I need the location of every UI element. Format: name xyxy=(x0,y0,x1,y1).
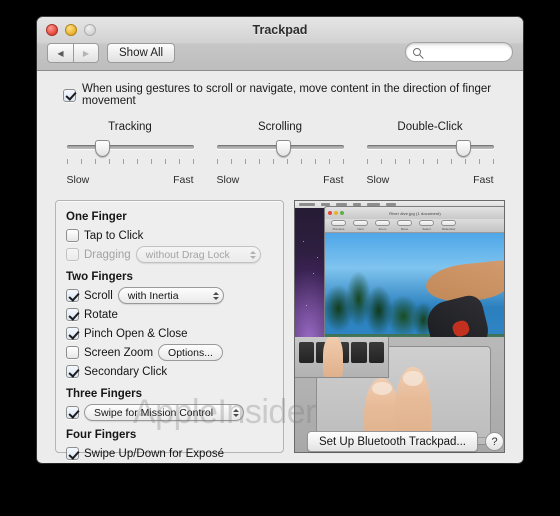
gesture-row-dragging[interactable]: Dragging without Drag Lock xyxy=(66,245,283,264)
demo-preview-title: River dive.jpg (1 document) xyxy=(389,210,441,216)
search-field[interactable] xyxy=(405,42,513,62)
tracking-slider-track[interactable] xyxy=(66,145,194,149)
natural-scroll-row[interactable]: When using gestures to scroll or navigat… xyxy=(37,71,523,107)
double-click-slider-track[interactable] xyxy=(366,145,494,149)
window-title: Trackpad xyxy=(252,23,308,37)
scrolling-slider[interactable] xyxy=(216,140,344,168)
demo-keyboard-inset xyxy=(295,336,390,379)
scrolling-slider-ticks xyxy=(216,159,344,164)
scrolling-slider-label: Scrolling xyxy=(257,121,303,133)
demo-toolbar-item: Slideshow xyxy=(441,220,456,231)
double-click-slider-ticks xyxy=(366,159,494,164)
back-button[interactable]: ◀ xyxy=(48,44,73,62)
dragging-label: Dragging xyxy=(84,248,131,261)
rotate-checkbox[interactable] xyxy=(66,308,79,321)
tracking-slider[interactable] xyxy=(66,140,194,168)
trackpad-preferences-window: Trackpad ◀ ▶ Show All When using gesture… xyxy=(37,17,523,463)
secondary-click-label: Secondary Click xyxy=(84,365,168,378)
double-click-slider[interactable] xyxy=(366,140,494,168)
speed-sliders: Tracking Slow Fast Scrolling Slow Fast D… xyxy=(37,107,523,186)
show-all-button[interactable]: Show All xyxy=(107,43,176,63)
gesture-row-tap-to-click[interactable]: Tap to Click xyxy=(66,226,283,245)
natural-scroll-checkbox[interactable] xyxy=(63,88,76,102)
double-click-slider-min-label: Slow xyxy=(366,174,390,186)
search-input[interactable] xyxy=(425,46,505,58)
tracking-slider-label: Tracking xyxy=(108,121,152,133)
gesture-row-pinch-open-close[interactable]: Pinch Open & Close xyxy=(66,324,283,343)
demo-preview-toolbar: Previous Next Zoom Move Select Slideshow xyxy=(325,219,504,233)
scrolling-slider-thumb[interactable] xyxy=(276,140,292,157)
three-finger-action-checkbox[interactable] xyxy=(66,406,79,419)
group-heading-two-fingers: Two Fingers xyxy=(66,271,133,283)
double-click-slider-group: Double-Click Slow Fast xyxy=(355,121,505,186)
group-heading-four-fingers: Four Fingers xyxy=(66,429,137,441)
tracking-slider-max-label: Fast xyxy=(173,174,194,186)
dragging-checkbox[interactable] xyxy=(66,248,79,261)
secondary-click-checkbox[interactable] xyxy=(66,365,79,378)
forward-button[interactable]: ▶ xyxy=(73,44,98,62)
help-button[interactable]: ? xyxy=(485,432,504,451)
group-heading-one-finger: One Finger xyxy=(66,211,127,223)
demo-toolbar-item: Zoom xyxy=(375,220,390,231)
set-up-bluetooth-trackpad-button[interactable]: Set Up Bluetooth Trackpad... xyxy=(306,431,478,452)
scroll-popup-value: with Inertia xyxy=(127,289,179,302)
scroll-label: Scroll xyxy=(84,289,113,302)
tracking-slider-thumb[interactable] xyxy=(94,140,110,157)
demo-toolbar-item: Move xyxy=(397,220,412,231)
footer-buttons: Set Up Bluetooth Trackpad... ? xyxy=(306,431,504,452)
gesture-row-secondary-click[interactable]: Secondary Click xyxy=(66,362,283,381)
swipe-up-down-expose-label: Swipe Up/Down for Exposé xyxy=(84,447,224,460)
tap-to-click-label: Tap to Click xyxy=(84,229,144,242)
dragging-popup-value: without Drag Lock xyxy=(145,248,230,261)
screen-zoom-label: Screen Zoom xyxy=(84,346,154,359)
scroll-popup-button[interactable]: with Inertia xyxy=(117,287,224,304)
chevron-updown-icon xyxy=(249,250,256,259)
screen-zoom-checkbox[interactable] xyxy=(66,346,79,359)
tracking-slider-endpoints: Slow Fast xyxy=(67,174,194,186)
dragging-popup-button[interactable]: without Drag Lock xyxy=(135,246,261,263)
group-heading-three-fingers: Three Fingers xyxy=(66,388,143,400)
tracking-slider-ticks xyxy=(66,159,194,164)
double-click-slider-label: Double-Click xyxy=(397,121,463,133)
rotate-label: Rotate xyxy=(84,308,118,321)
tap-to-click-checkbox[interactable] xyxy=(66,229,79,242)
screen-zoom-options-button[interactable]: Options... xyxy=(158,344,223,361)
demo-toolbar-item: Next xyxy=(353,220,368,231)
scroll-checkbox[interactable] xyxy=(66,289,79,302)
gesture-row-screen-zoom[interactable]: Screen Zoom Options... xyxy=(66,343,283,362)
demo-finger xyxy=(322,336,344,378)
gesture-panes: One Finger Tap to Click Dragging without… xyxy=(37,186,523,460)
natural-scroll-label: When using gestures to scroll or navigat… xyxy=(82,83,492,107)
demo-preview-titlebar: River dive.jpg (1 document) xyxy=(325,207,504,219)
swipe-up-down-expose-checkbox[interactable] xyxy=(66,447,79,460)
double-click-slider-thumb[interactable] xyxy=(455,140,471,157)
scrolling-slider-endpoints: Slow Fast xyxy=(217,174,344,186)
pinch-open-close-label: Pinch Open & Close xyxy=(84,327,188,340)
scrolling-slider-min-label: Slow xyxy=(216,174,240,186)
title-bar: Trackpad ◀ ▶ Show All xyxy=(37,17,523,71)
gesture-row-swipe-up-down-expose[interactable]: Swipe Up/Down for Exposé xyxy=(66,444,283,463)
gesture-options-pane: One Finger Tap to Click Dragging without… xyxy=(55,200,284,460)
scrolling-slider-max-label: Fast xyxy=(323,174,344,186)
gesture-row-three-finger-action[interactable]: Swipe for Mission Control xyxy=(66,403,283,422)
gesture-demo-video[interactable]: River dive.jpg (1 document) Previous Nex… xyxy=(294,200,505,453)
demo-toolbar-item: Select xyxy=(419,220,434,231)
chevron-updown-icon xyxy=(212,291,219,300)
gesture-row-scroll[interactable]: Scroll with Inertia xyxy=(66,286,283,305)
chevron-updown-icon xyxy=(233,408,240,417)
double-click-slider-endpoints: Slow Fast xyxy=(367,174,494,186)
tracking-slider-group: Tracking Slow Fast xyxy=(55,121,205,186)
pinch-open-close-checkbox[interactable] xyxy=(66,327,79,340)
preferences-content: When using gestures to scroll or navigat… xyxy=(37,71,523,462)
gesture-row-rotate[interactable]: Rotate xyxy=(66,305,283,324)
demo-toolbar-item: Previous xyxy=(331,220,346,231)
scrolling-slider-group: Scrolling Slow Fast xyxy=(205,121,355,186)
double-click-slider-max-label: Fast xyxy=(473,174,494,186)
search-icon xyxy=(413,48,421,56)
navigation-buttons: ◀ ▶ xyxy=(47,43,99,63)
three-finger-popup-value: Swipe for Mission Control xyxy=(94,406,214,419)
tracking-slider-min-label: Slow xyxy=(66,174,90,186)
three-finger-popup-button[interactable]: Swipe for Mission Control xyxy=(84,404,245,421)
